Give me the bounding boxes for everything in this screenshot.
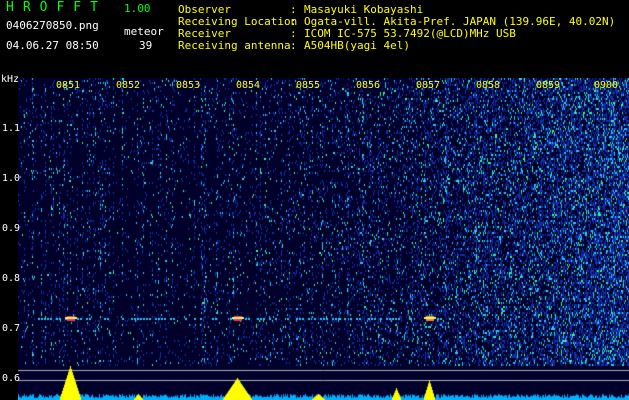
frequency-unit-label: kHz xyxy=(1,74,20,85)
freq-tick-label: 0.7 xyxy=(2,323,21,334)
antenna-key: Receiving antenna xyxy=(178,39,291,52)
freq-tick-label: 1.1 xyxy=(2,123,21,134)
freq-tick-label: 0.8 xyxy=(2,273,21,284)
app-title: HROFFT xyxy=(6,0,107,15)
time-tick-label: 0858 xyxy=(476,80,501,91)
time-tick-label: 0852 xyxy=(116,80,141,91)
time-tick-label: 0855 xyxy=(296,80,321,91)
time-tick-label: 0900 xyxy=(594,80,619,91)
time-tick-label: 0857 xyxy=(416,80,441,91)
antenna-value: A504HB(yagi 4el) xyxy=(304,39,410,52)
time-tick-label: 0856 xyxy=(356,80,381,91)
freq-tick-label: 0.6 xyxy=(2,373,21,384)
app-version: 1.00 xyxy=(124,2,151,15)
antenna-colon: : xyxy=(290,39,297,52)
time-tick-label: 0853 xyxy=(176,80,201,91)
file-name: 0406270850.png xyxy=(6,19,99,32)
time-tick-label: 0851 xyxy=(56,80,81,91)
spectrogram-plot xyxy=(18,78,629,400)
freq-tick-label: 1.0 xyxy=(2,173,21,184)
meteor-count-label: meteor xyxy=(124,25,164,38)
freq-tick-label: 0.9 xyxy=(2,223,21,234)
time-tick-label: 0854 xyxy=(236,80,261,91)
meteor-count-value: 39 xyxy=(139,39,153,52)
observation-datetime: 04.06.27 08:50 xyxy=(6,39,99,52)
time-tick-label: 0859 xyxy=(536,80,561,91)
